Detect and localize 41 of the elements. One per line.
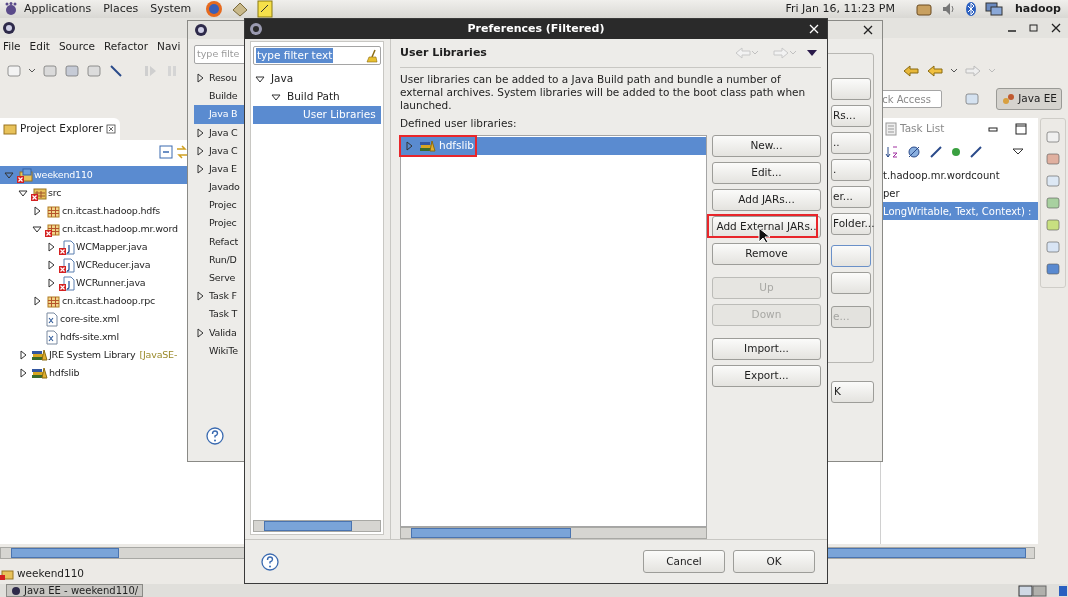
list-label: Defined user libraries:: [400, 116, 518, 132]
tree-item-label: hdfslib: [49, 365, 80, 380]
tree-item-label: Javado: [209, 180, 240, 195]
tree-item-label: Java C: [209, 125, 238, 140]
tree-item-label: Java E: [209, 161, 237, 176]
tree-item-label: Serve: [209, 271, 236, 286]
tree-item-label: Task F: [209, 289, 237, 304]
tree-item-label: cn.itcast.hadoop.hdfs: [62, 203, 161, 218]
tree-item-label: WikiTe: [209, 343, 238, 358]
tree-item-label: Build Path: [287, 89, 340, 105]
tree-item-label: Valida: [209, 325, 237, 340]
dialog-button: Up: [712, 277, 821, 299]
tree-item-label: Task T: [209, 307, 238, 322]
tree-item-label: Resou: [209, 70, 237, 85]
tree-item-label: hdfs-site.xml: [60, 329, 119, 344]
tree-item-label: WCMapper.java: [76, 239, 148, 254]
page-title: User Libraries: [400, 44, 487, 61]
tree-item-label: Refact: [209, 234, 238, 249]
tree-item-label: weekend110: [34, 167, 93, 182]
tree-item-label: cn.itcast.hadoop.rpc: [62, 293, 156, 308]
description-text: User libraries can be added to a Java Build path and bundle a number of external archives. System libraries will be added to the boot class path when launched.: [400, 73, 807, 113]
tree-item-label: Java C: [209, 143, 238, 158]
tree-item-label: WCRunner.java: [76, 275, 146, 290]
filter-text: type filter text: [256, 47, 334, 64]
tree-item-label: JRE System Library: [49, 347, 136, 362]
tree-item-label: Projec: [209, 198, 237, 213]
status-text: weekend110: [17, 566, 85, 582]
tree-item-label: User Libraries: [303, 107, 376, 123]
tree-item-label: src: [48, 185, 62, 200]
tree-item-label: core-site.xml: [60, 311, 120, 326]
window-title: Preferences (Filtered): [467, 20, 605, 37]
tree-item-label: Java: [271, 71, 294, 87]
dialog-button: Down: [712, 304, 821, 326]
library-label: hdfslib: [439, 138, 474, 154]
tree-item-decoration: [JavaSE-: [139, 347, 178, 362]
tree-item-label: Run/D: [209, 252, 237, 267]
tree-item-label: Projec: [209, 216, 237, 231]
tree-item-label: Java B: [209, 107, 238, 122]
tree-item-label: WCReducer.java: [76, 257, 151, 272]
tree-item-label: cn.itcast.hadoop.mr.word: [62, 221, 178, 236]
view-tab-label: Project Explorer: [20, 121, 103, 137]
